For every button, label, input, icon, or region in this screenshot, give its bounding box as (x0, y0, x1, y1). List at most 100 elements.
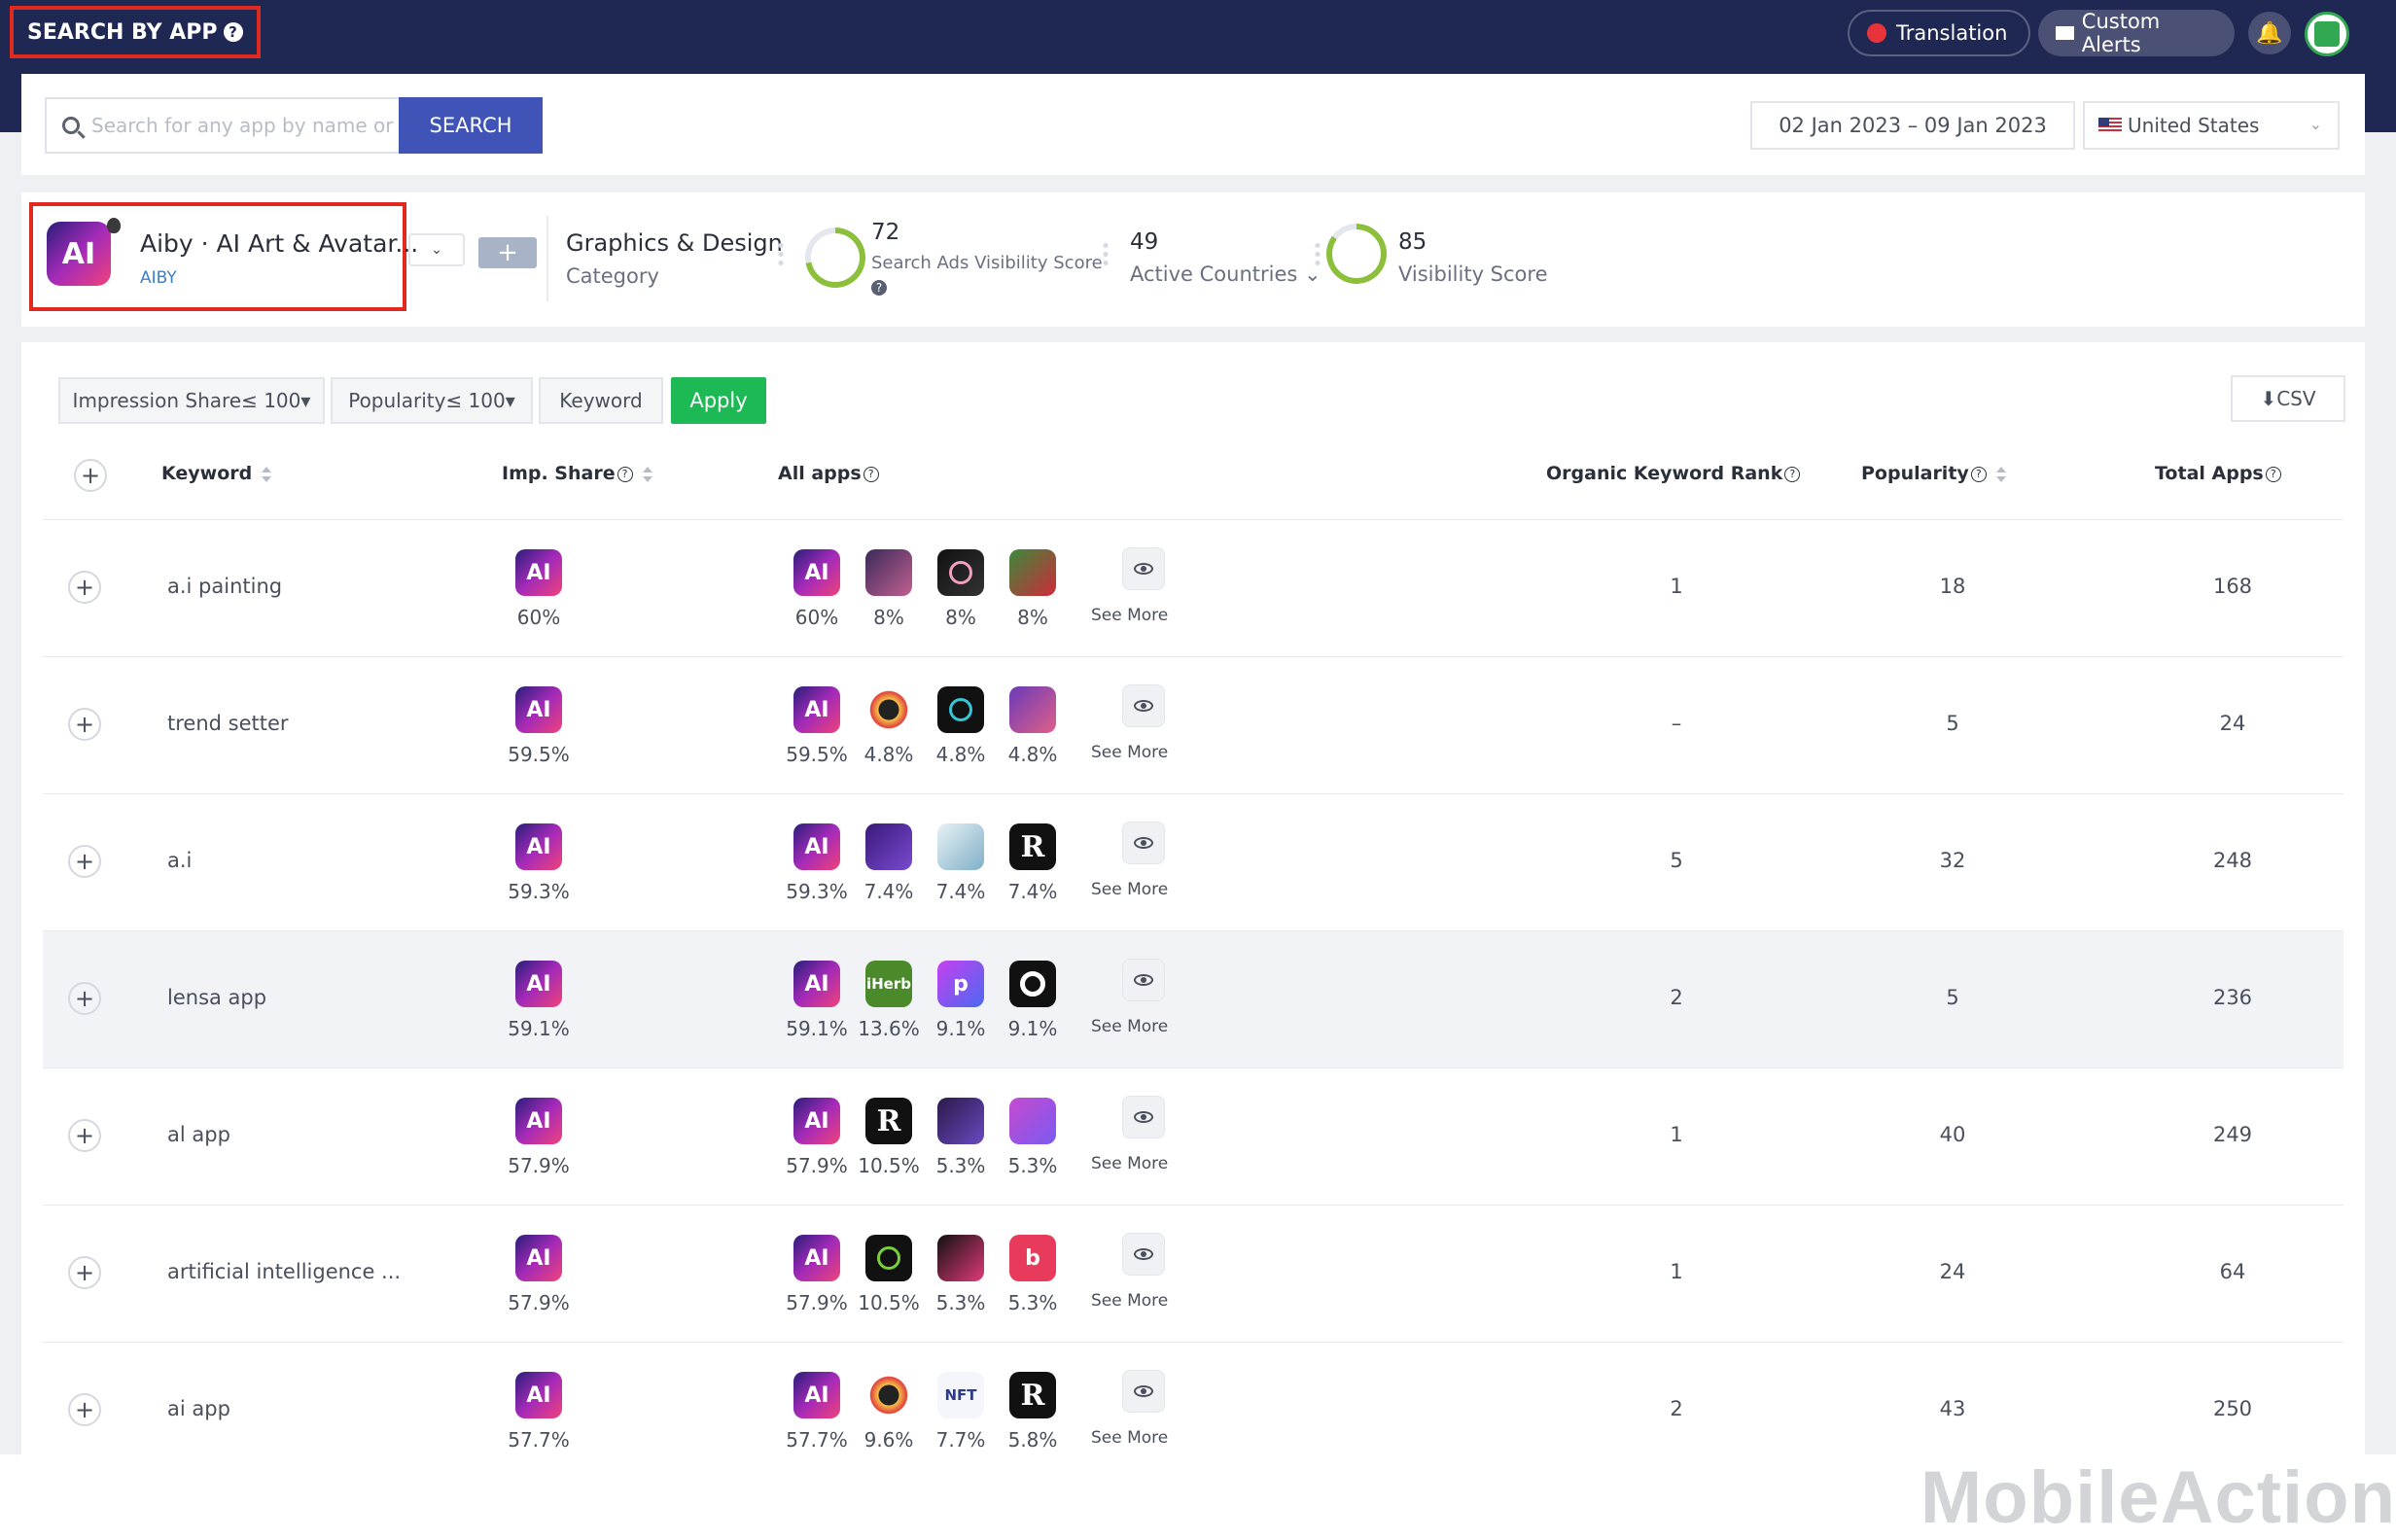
competitor-app-icon[interactable]: AI (793, 1372, 840, 1418)
see-more-link[interactable]: See More (1091, 1428, 1168, 1448)
competitor-app-icon[interactable]: AI (793, 686, 840, 733)
add-app-button[interactable]: + (478, 237, 537, 268)
competitor-app-icon[interactable] (865, 823, 912, 870)
user-avatar[interactable] (2305, 12, 2349, 56)
competitor-app-icon[interactable]: AI (793, 961, 840, 1007)
expand-row-button[interactable]: + (68, 708, 101, 741)
platform-select[interactable]: ⌄ (408, 233, 465, 266)
date-range-picker[interactable]: 02 Jan 2023 – 09 Jan 2023 (1750, 101, 2075, 150)
eye-icon[interactable] (1122, 1096, 1165, 1138)
competitor-app-icon[interactable] (1009, 686, 1056, 733)
eye-icon[interactable] (1122, 1370, 1165, 1413)
app-icon: AI (515, 549, 562, 596)
table-row[interactable]: + ai app AI 57.7% AI 57.7% 9.6% NFT 7.7% R 5.8% See… (43, 1343, 2343, 1454)
competitor-app-icon[interactable] (937, 823, 984, 870)
eye-icon[interactable] (1122, 822, 1165, 864)
keyword-filter[interactable]: Keyword (539, 377, 663, 424)
popularity-cell: 18 (1939, 575, 1966, 598)
column-header-popularity[interactable]: Popularity? (1861, 463, 2006, 484)
table-row[interactable]: + al app AI 57.9% AI 57.9% R 10.5% 5.3% 5.3% See M… (43, 1068, 2343, 1206)
competitor-app-icon[interactable]: R (865, 1098, 912, 1144)
custom-alerts-button[interactable]: Custom Alerts (2038, 10, 2235, 56)
see-more-link[interactable]: See More (1091, 1154, 1168, 1173)
drag-handle-icon (778, 241, 784, 268)
organic-rank-cell: 1 (1670, 1260, 1683, 1283)
column-header-imp-share[interactable]: Imp. Share? (502, 463, 652, 484)
visibility-score: 85 (1398, 229, 1427, 255)
custom-alerts-label: Custom Alerts (2081, 10, 2161, 56)
competitor-app-icon[interactable]: R (1009, 823, 1056, 870)
table-row[interactable]: + trend setter AI 59.5% AI 59.5% 4.8% 4.8% 4.8% S… (43, 657, 2343, 794)
competitor-app-icon[interactable] (865, 686, 912, 733)
competitor-app-icon[interactable]: R (1009, 1372, 1056, 1418)
competitor-app-icon[interactable]: AI (793, 1235, 840, 1281)
selected-app[interactable]: AI Aiby · AI Art & Avatar... AIBY (29, 202, 418, 311)
table-row[interactable]: + lensa app AI 59.1% AI 59.1% iHerb 13.6% p 9.1% 9… (43, 931, 2343, 1068)
country-select[interactable]: United States ⌄ (2083, 101, 2340, 150)
table-row[interactable]: + a.i painting AI 60% AI 60% 8% 8% 8% See More 1 18… (43, 520, 2343, 657)
competitor-app-icon[interactable]: iHerb (865, 961, 912, 1007)
page-title: SEARCH BY APP ? (10, 6, 261, 58)
see-more-link[interactable]: See More (1091, 743, 1168, 762)
competitor-app-icon[interactable] (937, 1235, 984, 1281)
impression-share-filter[interactable]: Impression Share≤ 100 ▾ (58, 377, 325, 424)
competitor-app-icon[interactable] (937, 549, 984, 596)
competitor-app-icon[interactable]: b (1009, 1235, 1056, 1281)
app-developer[interactable]: AIBY (140, 268, 177, 288)
table-row[interactable]: + a.i AI 59.3% AI 59.3% 7.4% 7.4% R 7.4% See More 5… (43, 794, 2343, 931)
see-more-link[interactable]: See More (1091, 880, 1168, 899)
expand-row-button[interactable]: + (68, 1119, 101, 1152)
competitor-app-icon[interactable]: p (937, 961, 984, 1007)
eye-icon[interactable] (1122, 547, 1165, 590)
competitor-app-icon[interactable] (1009, 1098, 1056, 1144)
organic-rank-cell: – (1671, 712, 1682, 735)
see-more-link[interactable]: See More (1091, 1291, 1168, 1311)
see-more-link[interactable]: See More (1091, 606, 1168, 625)
keyword-cell[interactable]: al app (167, 1123, 230, 1146)
expand-row-button[interactable]: + (68, 845, 101, 878)
total-apps-cell: 64 (2219, 1260, 2246, 1283)
competitor-app-icon[interactable] (865, 549, 912, 596)
keyword-cell[interactable]: a.i painting (167, 575, 282, 598)
apply-button[interactable]: Apply (671, 377, 766, 424)
notifications-bell-icon[interactable]: 🔔 (2248, 12, 2291, 54)
competitor-app-icon[interactable] (937, 1098, 984, 1144)
competitor-app-icon[interactable]: NFT (937, 1372, 984, 1418)
expand-row-button[interactable]: + (68, 571, 101, 604)
watermark-logo: MobileAction (1920, 1456, 2396, 1539)
app-share-value: 59.1% (786, 1017, 848, 1040)
csv-export-button[interactable]: ⬇ CSV (2231, 375, 2345, 422)
eye-icon[interactable] (1122, 684, 1165, 727)
eye-icon[interactable] (1122, 959, 1165, 1001)
competitor-app-icon[interactable]: AI (793, 823, 840, 870)
keyword-cell[interactable]: ai app (167, 1397, 230, 1420)
keyword-cell[interactable]: trend setter (167, 712, 289, 735)
competitor-app-icon[interactable] (865, 1372, 912, 1418)
competitor-app-icon[interactable]: AI (793, 549, 840, 596)
translation-button[interactable]: Translation (1848, 10, 2030, 56)
expand-all-button[interactable]: + (74, 459, 107, 492)
active-countries-dropdown[interactable]: Active Countries ⌄ (1130, 262, 1321, 286)
table-row[interactable]: + artificial intelligence ... AI 57.9% AI 57.… (43, 1206, 2343, 1343)
total-apps-cell: 168 (2212, 575, 2253, 598)
keyword-cell[interactable]: artificial intelligence ... (167, 1260, 401, 1283)
competitor-app-icon[interactable] (937, 686, 984, 733)
keyword-cell[interactable]: lensa app (167, 986, 266, 1009)
see-more-link[interactable]: See More (1091, 1017, 1168, 1036)
expand-row-button[interactable]: + (68, 1256, 101, 1289)
help-icon[interactable]: ? (223, 22, 243, 42)
expand-row-button[interactable]: + (68, 1393, 101, 1426)
popularity-filter[interactable]: Popularity≤ 100 ▾ (331, 377, 533, 424)
eye-icon[interactable] (1122, 1233, 1165, 1276)
keyword-cell[interactable]: a.i (167, 849, 192, 872)
column-header-keyword[interactable]: Keyword (161, 463, 272, 484)
competitor-app-icon[interactable] (1009, 961, 1056, 1007)
competitor-app-icon[interactable] (865, 1235, 912, 1281)
app-search-input[interactable]: Search for any app by name or id (45, 97, 403, 154)
competitor-app-icon[interactable] (1009, 549, 1056, 596)
search-button[interactable]: SEARCH (399, 97, 543, 154)
competitor-app-icon[interactable]: AI (793, 1098, 840, 1144)
app-share-value: 7.4% (1007, 880, 1058, 903)
expand-row-button[interactable]: + (68, 982, 101, 1015)
help-icon[interactable]: ? (871, 280, 887, 296)
